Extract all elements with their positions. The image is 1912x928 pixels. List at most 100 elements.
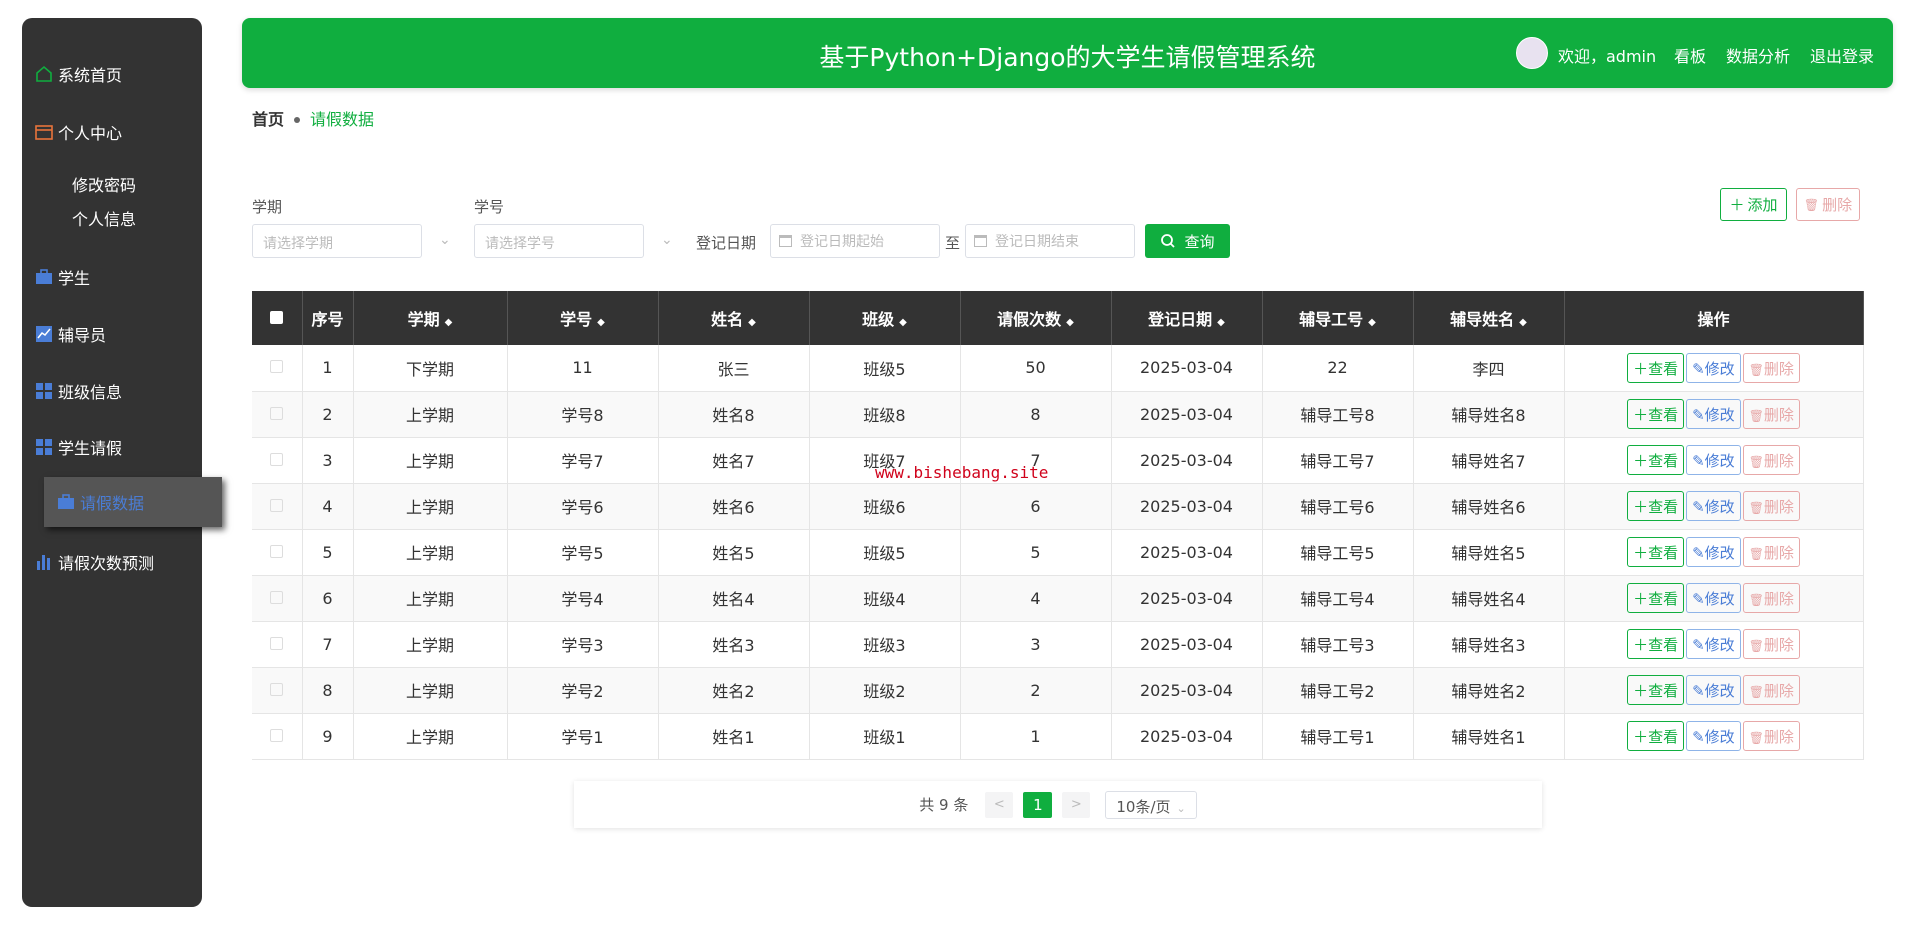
col-header[interactable]: 班级 ◆ [809, 291, 961, 345]
sidebar-item-student[interactable]: 学生 [34, 265, 90, 289]
col-header[interactable]: 姓名 ◆ [658, 291, 810, 345]
view-button[interactable]: ＋查看 [1627, 675, 1685, 705]
row-checkbox[interactable] [252, 575, 303, 622]
trash-icon: 🗑 [1748, 593, 1764, 607]
col-header[interactable]: 登记日期 ◆ [1111, 291, 1263, 345]
edit-button[interactable]: ✎修改 [1686, 675, 1741, 705]
student-id-select[interactable]: 请选择学号 [474, 224, 644, 258]
view-button[interactable]: ＋查看 [1627, 445, 1685, 475]
sort-icon[interactable]: ◆ [597, 317, 605, 328]
row-checkbox[interactable] [252, 667, 303, 714]
prev-page-button[interactable]: < [985, 791, 1014, 818]
table-cell: 李四 [1413, 345, 1565, 392]
table-cell: 学号8 [507, 391, 659, 438]
row-checkbox[interactable] [252, 621, 303, 668]
delete-row-button[interactable]: 🗑删除 [1742, 399, 1800, 429]
row-checkbox[interactable] [252, 437, 303, 484]
next-page-button[interactable]: > [1062, 791, 1091, 818]
sort-icon[interactable]: ◆ [1066, 317, 1074, 328]
table-cell: 姓名7 [658, 437, 810, 484]
delete-row-button[interactable]: 🗑删除 [1742, 352, 1800, 383]
sidebar-item-class-info[interactable]: 班级信息 [34, 379, 122, 403]
row-checkbox[interactable] [252, 483, 303, 530]
sidebar-subitem-profile[interactable]: 个人信息 [72, 206, 136, 230]
edit-icon: ✎ [1692, 682, 1705, 700]
plus-icon: ＋ [1633, 728, 1649, 746]
avatar[interactable] [1516, 37, 1548, 69]
table-cell: 班级2 [809, 667, 961, 714]
edit-button[interactable]: ✎修改 [1686, 491, 1741, 521]
table-cell: 上学期 [353, 483, 508, 530]
term-select[interactable]: 请选择学期 [252, 224, 422, 258]
plus-icon: ＋ [1633, 452, 1649, 470]
view-button-label: 查看 [1648, 359, 1679, 378]
sidebar-item-home[interactable]: 系统首页 [34, 62, 122, 86]
col-header[interactable]: 请假次数 ◆ [960, 291, 1112, 345]
view-button[interactable]: ＋查看 [1627, 721, 1685, 751]
sidebar-item-counselor[interactable]: 辅导员 [34, 322, 106, 346]
page-1-button[interactable]: 1 [1023, 791, 1053, 818]
edit-button[interactable]: ✎修改 [1686, 583, 1741, 613]
delete-row-button[interactable]: 🗑删除 [1742, 583, 1800, 613]
edit-button[interactable]: ✎修改 [1686, 721, 1741, 751]
col-header[interactable]: 辅导工号 ◆ [1262, 291, 1414, 345]
sort-icon[interactable]: ◆ [899, 317, 907, 328]
delete-row-button[interactable]: 🗑删除 [1742, 629, 1800, 659]
add-button[interactable]: ＋添加 [1720, 188, 1787, 221]
date-end-input[interactable]: 登记日期结束 [965, 224, 1135, 258]
sort-icon[interactable]: ◆ [1519, 317, 1527, 328]
logout-link[interactable]: 退出登录 [1810, 43, 1874, 67]
data-analysis-link[interactable]: 数据分析 [1726, 43, 1790, 67]
edit-button[interactable]: ✎修改 [1686, 537, 1741, 567]
trash-icon: 🗑 [1748, 409, 1764, 423]
row-checkbox[interactable] [252, 345, 303, 392]
table-row: 6 上学期 学号4 姓名4 班级4 4 2025-03-04 辅导工号4 辅导姓名4 ＋查看 ✎修改… [252, 575, 1864, 622]
sidebar-item-student-leave[interactable]: 学生请假 [34, 435, 122, 459]
view-button[interactable]: ＋查看 [1627, 399, 1685, 429]
dashboard-link[interactable]: 看板 [1674, 43, 1706, 67]
query-button[interactable]: 查询 [1145, 224, 1230, 258]
row-checkbox[interactable] [252, 529, 303, 576]
row-checkbox[interactable] [252, 713, 303, 760]
date-to-label: 至 [945, 234, 961, 252]
edit-button[interactable]: ✎修改 [1686, 629, 1741, 659]
edit-button-label: 修改 [1704, 636, 1735, 654]
view-button[interactable]: ＋查看 [1627, 491, 1685, 521]
table-row: 4 上学期 学号6 姓名6 班级6 6 2025-03-04 辅导工号6 辅导姓名6 ＋查看 ✎修改… [252, 483, 1864, 530]
delete-row-button[interactable]: 🗑删除 [1742, 491, 1800, 521]
edit-button[interactable]: ✎修改 [1686, 399, 1741, 429]
sort-icon[interactable]: ◆ [748, 317, 756, 328]
home-icon [34, 64, 54, 84]
sidebar-subitem-change-password[interactable]: 修改密码 [72, 172, 136, 196]
sort-icon[interactable]: ◆ [1217, 317, 1225, 328]
row-checkbox[interactable] [252, 391, 303, 438]
view-button[interactable]: ＋查看 [1627, 537, 1685, 567]
select-all-checkbox[interactable] [252, 291, 303, 345]
delete-row-button[interactable]: 🗑删除 [1742, 675, 1800, 705]
col-header[interactable]: 学号 ◆ [507, 291, 659, 345]
delete-button[interactable]: 🗑 删除 [1796, 188, 1860, 221]
table-cell: 上学期 [353, 437, 508, 484]
sort-icon[interactable]: ◆ [445, 317, 453, 328]
delete-row-button[interactable]: 🗑删除 [1742, 721, 1800, 751]
edit-button[interactable]: ✎修改 [1686, 352, 1741, 383]
edit-button[interactable]: ✎修改 [1686, 445, 1741, 475]
delete-row-button[interactable]: 🗑删除 [1742, 445, 1800, 475]
delete-row-button[interactable]: 🗑删除 [1742, 537, 1800, 567]
view-button[interactable]: ＋查看 [1627, 629, 1685, 659]
sidebar-item-personal-center[interactable]: 个人中心 [34, 120, 122, 144]
sort-icon[interactable]: ◆ [1368, 317, 1376, 328]
trash-icon: 🗑 [1748, 547, 1764, 561]
page-size-select[interactable]: 10条/页 ⌄ [1105, 790, 1197, 819]
view-button[interactable]: ＋查看 [1627, 352, 1685, 383]
table-cell: 辅导姓名8 [1413, 391, 1565, 438]
col-header[interactable]: 学期 ◆ [353, 291, 508, 345]
sidebar-item-leave-forecast[interactable]: 请假次数预测 [34, 550, 154, 574]
view-button[interactable]: ＋查看 [1627, 583, 1685, 613]
col-header[interactable]: 辅导姓名 ◆ [1413, 291, 1565, 345]
table-cell: 辅导工号6 [1262, 483, 1414, 530]
breadcrumb-home[interactable]: 首页 [252, 110, 284, 129]
sidebar-item-leave-data[interactable]: 请假数据 [44, 477, 222, 527]
date-start-input[interactable]: 登记日期起始 [770, 224, 940, 258]
table-cell: 2025-03-04 [1111, 345, 1263, 392]
